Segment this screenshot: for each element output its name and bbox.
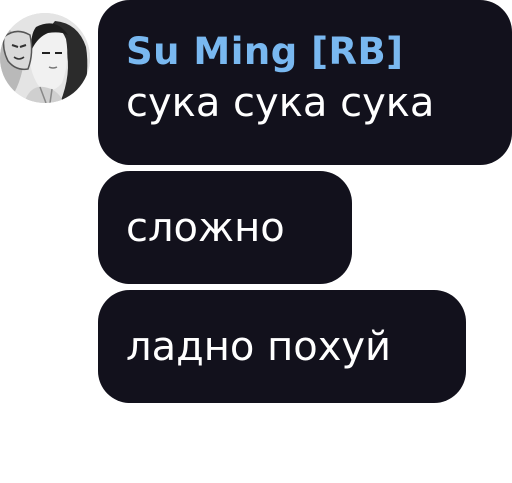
sender-name[interactable]: Su Ming [RB] (126, 30, 512, 74)
message-bubble[interactable]: ладно похуй (98, 290, 466, 403)
message-text: ладно похуй (126, 324, 392, 370)
avatar[interactable] (0, 13, 90, 103)
avatar-illustration-icon (0, 13, 90, 103)
message-text: сложно (126, 205, 285, 251)
message-bubble[interactable]: сложно (98, 171, 352, 284)
message-text: сука сука сука (126, 80, 435, 126)
message-bubble[interactable]: Su Ming [RB] сука сука сука (98, 0, 512, 165)
